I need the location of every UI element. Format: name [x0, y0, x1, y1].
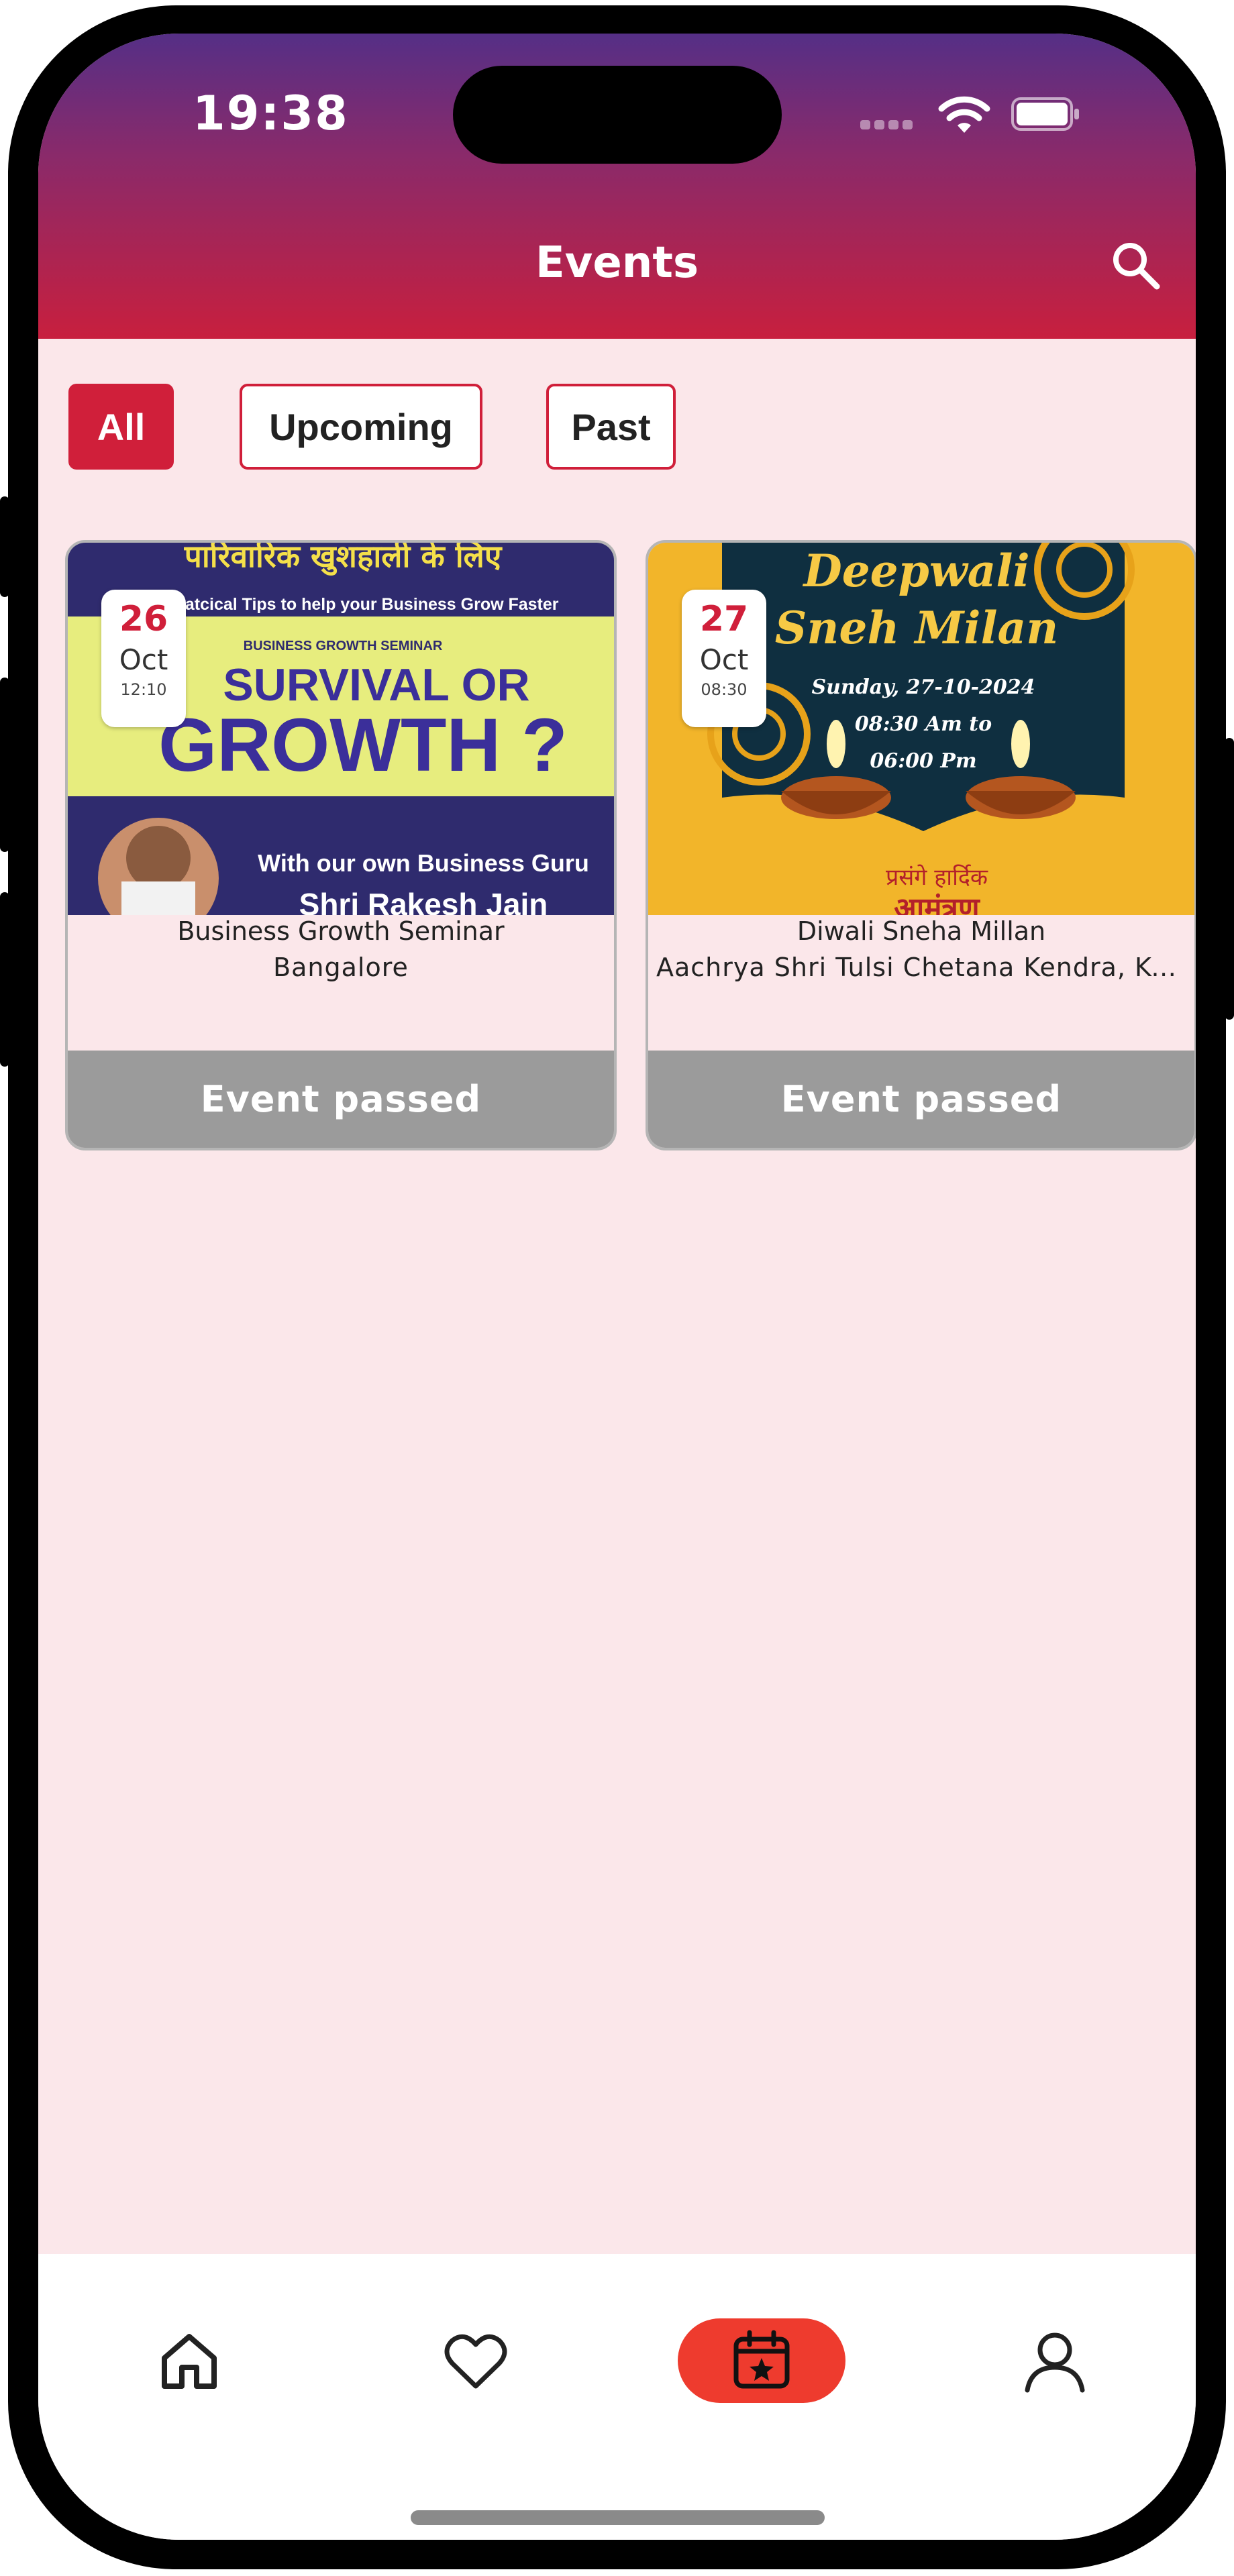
nav-favorites[interactable]: [435, 2321, 516, 2402]
event-day: 27: [699, 599, 749, 639]
event-date-badge: 27 Oct 08:30: [682, 590, 766, 727]
svg-text:Deepwali: Deepwali: [802, 545, 1029, 597]
page-title: Events: [535, 238, 699, 288]
event-time: 12:10: [120, 680, 167, 699]
svg-text:Shri Rakesh Jain: Shri Rakesh Jain: [299, 887, 548, 915]
power-button: [1225, 738, 1234, 1020]
nav-profile[interactable]: [1015, 2321, 1095, 2402]
nav-events[interactable]: [678, 2318, 845, 2403]
svg-text:With our own Business Guru: With our own Business Guru: [258, 849, 589, 877]
svg-text:Sunday, 27-10-2024: Sunday, 27-10-2024: [811, 676, 1035, 699]
bottom-navigation: [38, 2254, 1196, 2540]
filter-past-chip[interactable]: Past: [546, 384, 676, 470]
search-icon[interactable]: [1109, 238, 1162, 292]
heart-icon: [444, 2334, 507, 2389]
event-day: 26: [119, 599, 168, 639]
event-status-bar: Event passed: [648, 1051, 1194, 1148]
status-time: 19:38: [193, 86, 349, 141]
svg-text:Sneh Milan: Sneh Milan: [775, 602, 1059, 654]
wifi-icon: [938, 96, 990, 133]
nav-home[interactable]: [149, 2321, 229, 2402]
event-info: Diwali Sneha Millan Aachrya Shri Tulsi C…: [648, 915, 1194, 1059]
event-name: Business Growth Seminar: [177, 916, 505, 946]
event-status-bar: Event passed: [68, 1051, 614, 1148]
cellular-signal-icon: [860, 119, 921, 129]
status-bar: 19:38: [38, 34, 1196, 168]
event-card[interactable]: पारिवारिक खुशहाली के लिए Pratcical Tips …: [65, 540, 617, 1150]
home-icon: [162, 2334, 217, 2389]
event-name: Diwali Sneha Millan: [796, 916, 1046, 946]
svg-text:GROWTH ?: GROWTH ?: [158, 703, 568, 787]
svg-text:08:30 Am to: 08:30 Am to: [855, 712, 992, 736]
event-month: Oct: [699, 643, 749, 676]
event-month: Oct: [119, 643, 168, 676]
svg-text:06:00 Pm: 06:00 Pm: [870, 749, 976, 773]
event-info: Business Growth Seminar Bangalore: [68, 915, 614, 1059]
app-screen: 19:38 Events All Upcoming Past पारिवारिक…: [38, 34, 1196, 2540]
filter-all-chip[interactable]: All: [68, 384, 174, 470]
svg-text:पारिवारिक खुशहाली के लिए: पारिवारिक खुशहाली के लिए: [184, 543, 503, 576]
home-indicator[interactable]: [411, 2510, 825, 2525]
svg-text:BUSINESS GROWTH SEMINAR: BUSINESS GROWTH SEMINAR: [244, 639, 443, 653]
svg-text:आमंत्रण: आमंत्रण: [894, 892, 981, 915]
filter-bar: All Upcoming Past: [38, 376, 1196, 470]
filter-upcoming-chip[interactable]: Upcoming: [240, 384, 482, 470]
event-location: Bangalore: [273, 953, 409, 982]
battery-icon: [1011, 97, 1079, 131]
app-header: 19:38 Events: [38, 34, 1196, 339]
user-icon: [1025, 2332, 1085, 2393]
calendar-star-icon: [733, 2330, 790, 2389]
event-date-badge: 26 Oct 12:10: [101, 590, 186, 727]
svg-text:प्रसंगे हार्दिक: प्रसंगे हार्दिक: [886, 864, 988, 891]
phone-frame: 19:38 Events All Upcoming Past पारिवारिक…: [0, 0, 1234, 2576]
event-time: 08:30: [701, 680, 748, 699]
svg-text:Pratcical Tips to help your Bu: Pratcical Tips to help your Business Gro…: [167, 595, 558, 614]
event-location: Aachrya Shri Tulsi Chetana Kendra, Ku...: [656, 953, 1194, 982]
event-card[interactable]: Deepwali Sneh Milan Sunday, 27-10-2024 0…: [646, 540, 1196, 1150]
dynamic-island: [453, 66, 782, 164]
